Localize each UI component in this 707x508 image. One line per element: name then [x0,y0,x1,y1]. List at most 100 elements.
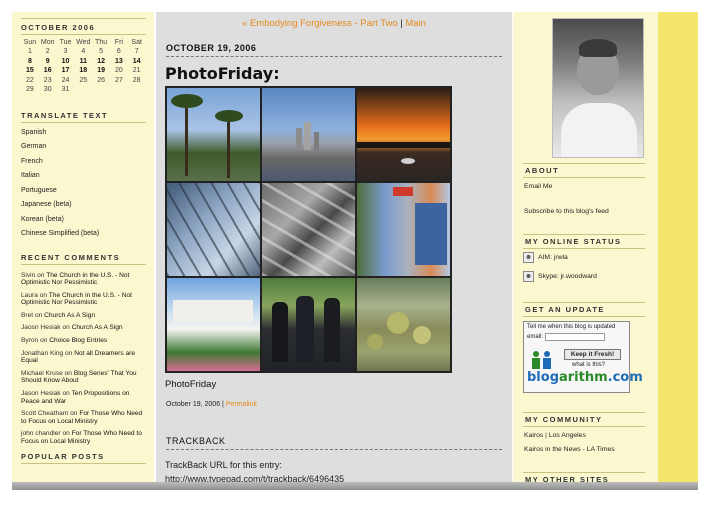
profile-photo [552,18,644,158]
community-separator: | [545,432,547,439]
calendar-day-link[interactable]: 13 [110,57,128,67]
calendar-day-link[interactable]: 15 [21,66,39,76]
calendar-day: 31 [61,86,70,94]
comment-author[interactable]: john chandler [21,430,61,437]
calendar-day: 28 [132,76,141,84]
photo-city-skyline[interactable] [262,88,355,181]
calendar-day-link[interactable]: 14 [128,57,146,67]
translate-link[interactable]: Italian [21,172,146,187]
calendar-week: 8 9 10 11 12 13 14 [21,57,146,67]
translate-link[interactable]: German [21,143,146,158]
blog-page: OCTOBER 2006 Sun Mon Tue Wed Thu Fri Sat… [0,0,707,508]
photo-glass-structure[interactable] [167,183,260,276]
photo-palm-trees[interactable] [167,88,260,181]
calendar-day-link[interactable]: 17 [57,66,75,76]
post-navigation: « Embodying Forgiveness - Part Two | Mai… [156,18,512,29]
skype-label[interactable]: Skype: jr.woodward [538,273,597,280]
comment-item: Jason Hesiak on Ten Propositions on Peac… [21,390,146,405]
translate-link[interactable]: Korean (beta) [21,216,146,231]
email-me-link[interactable]: Email Me [524,183,552,190]
post-meta: October 19, 2006 | Permalink [166,401,257,408]
comment-item: Sivin on The Church in the U.S. - Not Op… [21,272,146,287]
calendar-day: 5 [99,48,104,56]
calendar: Sun Mon Tue Wed Thu Fri Sat 1 2 3 4 5 6 … [21,38,146,95]
comment-post-link[interactable]: Church As A Sign [44,312,95,319]
subscribe-link[interactable]: Subscribe to this blog's feed [524,208,609,215]
prev-post-link[interactable]: « Embodying Forgiveness - Part Two [242,18,398,29]
comment-on: on [62,324,70,332]
comment-item: Scott Cheatham on For Those Who Need to … [21,410,146,425]
calendar-day: 26 [97,76,105,84]
calendar-day-link[interactable]: 18 [74,66,92,76]
comment-author[interactable]: Jason Hesiak [21,390,61,397]
comment-author[interactable]: Scott Cheatham [21,410,68,417]
recent-comments-title: RECENT COMMENTS [21,253,146,265]
blogarithm-figures-icon [532,351,551,369]
what-is-this-link[interactable]: what is this? [572,362,605,368]
comment-author[interactable]: Jonathan King [21,350,63,357]
online-status-title: MY ONLINE STATUS [523,234,645,249]
comment-post-link[interactable]: The Church in the U.S. - Not Optimistic … [21,292,132,307]
comment-item: Michael Kruse on Blog Series' That You S… [21,370,146,385]
calendar-day-link[interactable]: 19 [92,66,110,76]
blogarithm-logo[interactable]: blogarithm.com [527,370,643,385]
calendar-day: 7 [134,48,139,56]
update-tell-me: Tell me when this blog is updated [527,324,616,330]
comment-author[interactable]: Jaosn Hesiak [21,324,61,331]
translate-link[interactable]: Chinese Simplified (beta) [21,230,146,245]
calendar-weekdays: Sun Mon Tue Wed Thu Fri Sat [21,38,146,47]
calendar-day: 4 [81,48,86,56]
comment-author[interactable]: Sivin [21,272,35,279]
photo-freeway-interchange[interactable] [262,183,355,276]
photo-sunset[interactable] [357,88,450,181]
comment-on: on [65,349,73,357]
translate-link[interactable]: Portuguese [21,187,146,202]
main-link[interactable]: Main [405,18,426,29]
photo-surfers-group[interactable] [262,278,355,371]
weekday: Fri [114,39,123,46]
weekday: Sat [131,39,142,46]
post-meta-date: October 19, 2006 [166,401,221,408]
calendar-day-link[interactable]: 9 [39,57,57,67]
comment-on: on [64,369,72,377]
calendar-day: 2 [45,48,50,56]
calendar-day [92,85,110,95]
photo-cactus-garden[interactable] [357,278,450,371]
main-content: « Embodying Forgiveness - Part Two | Mai… [156,12,512,490]
comment-post-link[interactable]: Church As A Sign [72,324,123,331]
translate-link[interactable]: Japanese (beta) [21,201,146,216]
permalink-link[interactable]: Permalink [226,401,257,408]
kairos-link[interactable]: Kairos [524,432,543,439]
translate-title: TRANSLATE TEXT [21,111,146,123]
weekday: Mon [40,39,55,46]
los-angeles-link[interactable]: Los Angeles [549,432,586,439]
comment-author[interactable]: Laura [21,292,38,299]
trackback-header: TRACKBACK [166,436,502,450]
comment-author[interactable]: Michael Kruse [21,370,63,377]
kairos-news-link[interactable]: Kairos in the News - LA Times [524,446,615,453]
photo-caption: PhotoFriday [165,379,217,390]
calendar-day-link[interactable]: 11 [74,57,92,67]
comment-author[interactable]: Byron [21,337,38,344]
calendar-day-link[interactable]: 8 [21,57,39,67]
comment-item: Laura on The Church in the U.S. - Not Op… [21,292,146,307]
translate-link[interactable]: Spanish [21,129,146,144]
photo-street-shops[interactable] [357,183,450,276]
comment-author[interactable]: Bret [21,312,33,319]
horizontal-scrollbar[interactable] [12,482,698,490]
comment-on: on [34,311,43,319]
update-email-row: email: [527,333,626,341]
update-email-input[interactable] [545,333,606,341]
calendar-day: 21 [132,67,141,75]
popular-posts-title: POPULAR POSTS [21,452,146,464]
comment-post-link[interactable]: Choice Blog Entries [49,337,107,344]
translate-link[interactable]: French [21,158,146,173]
keep-fresh-button[interactable]: Keep it Fresh! [564,349,621,360]
calendar-day-link[interactable]: 10 [57,57,75,67]
logo-blog-text: blog [527,370,559,385]
calendar-day-link[interactable]: 16 [39,66,57,76]
photo-getty-center[interactable] [167,278,260,371]
calendar-day: 29 [26,86,34,94]
calendar-day-link[interactable]: 12 [92,57,110,67]
aim-label[interactable]: AIM: jrwla [538,254,568,261]
